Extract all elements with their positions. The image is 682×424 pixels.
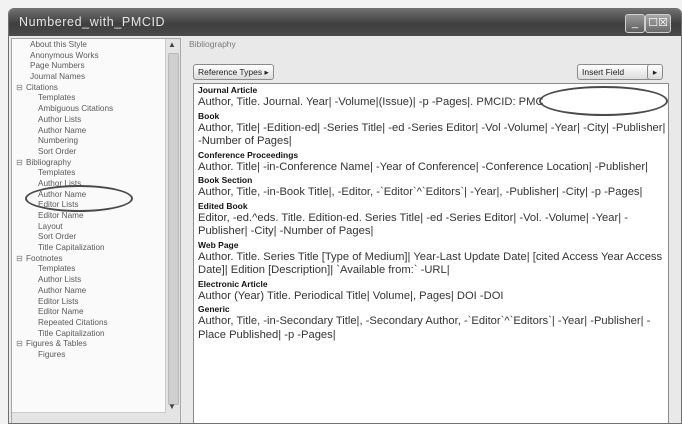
sidebar-item[interactable]: Sort Order (12, 147, 164, 158)
expand-collapse-icon[interactable]: ⊟ (16, 339, 26, 350)
sidebar-item[interactable]: ⊟ Figures & Tables (12, 339, 164, 350)
expand-collapse-icon[interactable]: ⊟ (16, 83, 26, 94)
sidebar-item[interactable]: Repeated Citations (12, 318, 164, 329)
minimize-button[interactable]: _ (625, 14, 645, 33)
sidebar-item[interactable]: Title Capitalization (12, 329, 164, 340)
sidebar-item[interactable]: Sort Order (12, 232, 164, 243)
sidebar-item[interactable]: Ambiguous Citations (12, 104, 164, 115)
sidebar-item[interactable]: Title Capitalization (12, 243, 164, 254)
scroll-thumb[interactable] (168, 53, 179, 405)
reference-type-title: Book Section (198, 175, 253, 185)
sidebar-item-label: Sort Order (38, 232, 77, 242)
template-text[interactable]: Author. Title| -in-Conference Name| -Yea… (198, 161, 668, 175)
sidebar-item[interactable]: Templates (12, 168, 164, 179)
sidebar-item-label: Editor Name (38, 211, 84, 220)
sidebar-item[interactable]: Author Lists (12, 115, 164, 126)
reference-type-title: Conference Proceedings (198, 149, 299, 160)
sidebar-item[interactable]: ⊟ Citations (12, 83, 164, 94)
sidebar-item-label: About this Style (30, 40, 87, 49)
sidebar-item-label: Layout (38, 221, 63, 231)
sidebar-item-label: Templates (38, 264, 76, 274)
sidebar-item[interactable]: Layout (12, 222, 164, 233)
scroll-up-icon[interactable]: ▲ (168, 40, 176, 49)
sidebar-item-label: Title Capitalization (38, 243, 105, 253)
sidebar-item[interactable]: Numbering (12, 136, 164, 147)
template-section: Edited Book Editor, -ed.^eds. Title. Edit… (194, 201, 668, 239)
template-section: Book Section Author, Title, -in-Book Titl… (194, 175, 668, 200)
sidebar-item-label: Anonymous Works (30, 50, 99, 60)
sidebar-item-label: Journal Names (30, 72, 86, 82)
sidebar-item-label: Bibliography (26, 157, 72, 167)
sidebar-item[interactable]: Templates (12, 264, 164, 275)
template-text[interactable]: Author (Year) Title. Periodical Title| V… (198, 290, 668, 304)
sidebar-item[interactable]: Figures (12, 350, 164, 361)
close-button[interactable]: ☐☒ (645, 14, 671, 33)
template-editor[interactable]: Journal Article Author, Title. Journal. Y… (193, 83, 669, 423)
panel-header: Bibliography (189, 39, 236, 49)
scroll-down-icon[interactable]: ▼ (168, 402, 176, 411)
templates-highlight-ellipse (25, 185, 133, 212)
insert-field-button[interactable]: Insert Field (577, 64, 653, 80)
template-section: Electronic Article Author (Year) Title. P… (194, 279, 668, 304)
sidebar-item[interactable]: Templates (12, 93, 164, 104)
sidebar-item-label: Author Name (38, 125, 87, 135)
template-section: Web Page Author. Title. Series Title [Typ… (194, 240, 668, 278)
sidebar-item[interactable]: Anonymous Works (12, 51, 164, 62)
sidebar-item-label: Author Name (38, 285, 87, 295)
template-text[interactable]: Editor, -ed.^eds. Title. Edition-ed. Ser… (198, 212, 668, 239)
sidebar-item-label: Title Capitalization (38, 328, 105, 338)
sidebar-item-label: Numbering (38, 136, 79, 146)
sidebar-item-label: Templates (38, 168, 76, 178)
sidebar-item[interactable]: Editor Lists (12, 297, 164, 308)
expand-collapse-icon[interactable]: ⊟ (16, 158, 26, 169)
sidebar-item-label: Editor Lists (38, 296, 79, 306)
insert-field-arrow-button[interactable]: ▸ (647, 64, 663, 80)
window-title: Numbered_with_PMCID (19, 15, 166, 29)
sidebar-item[interactable]: About this Style (12, 40, 164, 51)
sidebar-item-label: Author Lists (38, 114, 82, 124)
sidebar-item-label: Templates (38, 93, 76, 103)
sidebar-item-label: Repeated Citations (38, 317, 108, 327)
expand-collapse-icon[interactable]: ⊟ (16, 254, 26, 265)
sidebar-item-label: Figures & Tables (26, 339, 87, 349)
sidebar-item[interactable]: Journal Names (12, 72, 164, 83)
sidebar-item-label: Author Lists (38, 275, 82, 285)
sidebar-item-label: Sort Order (38, 146, 77, 156)
reference-types-button[interactable]: Reference Types ▸ (193, 64, 274, 80)
tree-vertical-scrollbar[interactable]: ▲ ▼ (165, 39, 180, 423)
template-section: Conference Proceedings Author. Title| -in… (194, 150, 668, 175)
title-bar[interactable]: Numbered_with_PMCID _ ☐☒ (9, 9, 681, 36)
sidebar-item-label: Citations (26, 82, 58, 92)
sidebar-item[interactable]: Author Name (12, 126, 164, 137)
template-text[interactable]: Author, Title, -in-Book Title|, -Editor,… (198, 186, 668, 200)
template-section: Book Author, Title| -Edition-ed| -Series … (194, 111, 668, 149)
template-section: Generic Author, Title, -in-Secondary Titl… (194, 304, 668, 342)
sidebar-item[interactable]: Editor Name (12, 211, 164, 222)
sidebar-item[interactable]: Page Numbers (12, 61, 164, 72)
sidebar-item[interactable]: Editor Name (12, 307, 164, 318)
sidebar-item-label: Footnotes (26, 253, 63, 263)
template-text[interactable]: Author. Title. Series Title [Type of Med… (198, 251, 668, 278)
reference-type-title: Generic (198, 304, 230, 314)
tree-horizontal-scrollbar[interactable] (12, 412, 166, 423)
sidebar-item[interactable]: Author Name (12, 286, 164, 297)
style-sections-tree: About this Style Anonymous Works Page Numb… (11, 38, 181, 423)
sidebar-item-label: Figures (38, 349, 66, 359)
sidebar-item[interactable]: Author Lists (12, 275, 164, 286)
sidebar-item[interactable]: ⊟ Footnotes (12, 254, 164, 265)
reference-type-title: Edited Book (198, 200, 248, 211)
template-text[interactable]: Author, Title| -Edition-ed| -Series Titl… (198, 122, 668, 149)
reference-type-title: Electronic Article (198, 278, 268, 289)
sidebar-item-label: Ambiguous Citations (38, 104, 114, 114)
sidebar-item-label: Page Numbers (30, 61, 85, 71)
style-editor-window: Numbered_with_PMCID _ ☐☒ About this Styl… (8, 8, 682, 424)
sidebar-item[interactable]: ⊟ Bibliography (12, 158, 164, 169)
reference-type-title: Web Page (198, 239, 239, 250)
pmcid-highlight-ellipse (539, 86, 668, 116)
template-text[interactable]: Author, Title, -in-Secondary Title|, -Se… (198, 315, 668, 342)
sidebar-item-label: Editor Name (38, 307, 84, 317)
